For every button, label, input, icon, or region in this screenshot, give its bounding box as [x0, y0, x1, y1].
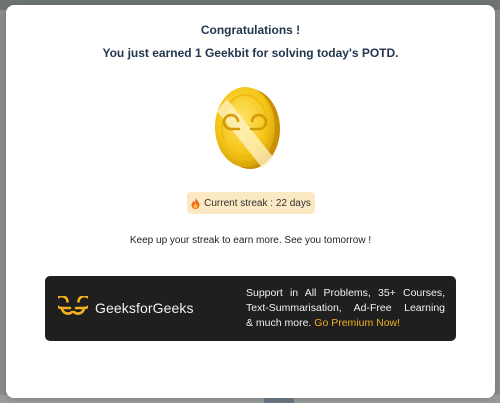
promo-line-1: Support in All Problems, 35+ Courses,: [246, 287, 445, 299]
streak-text: Current streak : 22 days: [204, 197, 311, 209]
promo-line-3-prefix: & much more.: [246, 317, 312, 329]
gfg-logo-icon: [54, 294, 92, 320]
geekbit-coin-icon: [209, 85, 281, 171]
flame-icon: [191, 197, 200, 209]
promo-line-3: & much more. Go Premium Now!: [246, 316, 445, 331]
promo-brand-name: GeeksforGeeks: [95, 300, 194, 316]
promo-description: Support in All Problems, 35+ Courses, Te…: [246, 286, 445, 331]
modal-subtitle: You just earned 1 Geekbit for solving to…: [102, 46, 399, 60]
promo-line-2: Text-Summarisation, Ad-Free Learning: [246, 302, 445, 314]
premium-promo-banner[interactable]: GeeksforGeeks Support in All Problems, 3…: [45, 276, 456, 341]
encouragement-message: Keep up your streak to earn more. See yo…: [129, 235, 372, 246]
current-streak-badge: Current streak : 22 days: [187, 192, 315, 214]
reward-modal: Congratulations ! You just earned 1 Geek…: [6, 5, 495, 398]
go-premium-link[interactable]: Go Premium Now!: [314, 317, 400, 329]
modal-title: Congratulations !: [200, 23, 301, 37]
